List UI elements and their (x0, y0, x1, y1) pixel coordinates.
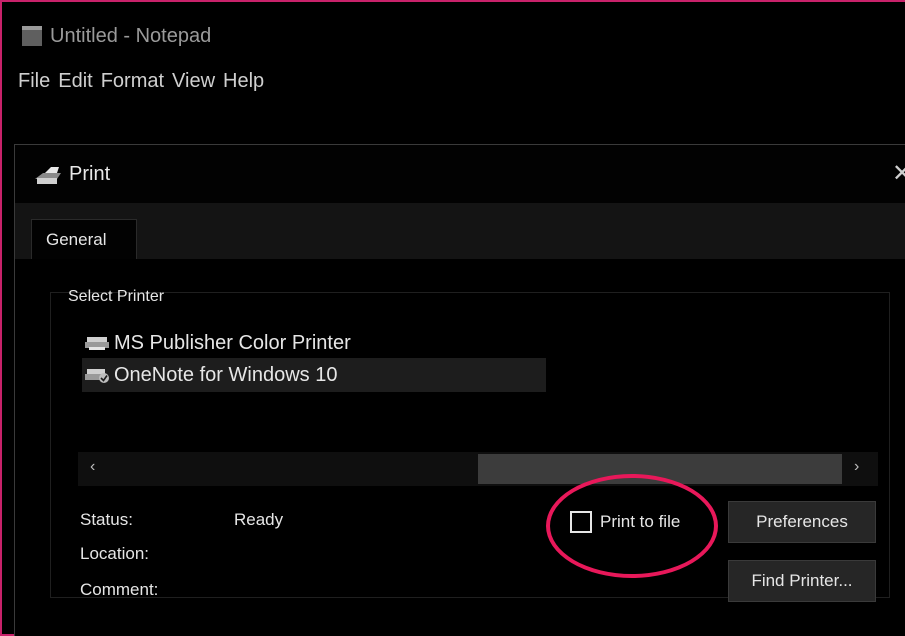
printer-icon (35, 167, 61, 184)
tab-strip: General (15, 203, 905, 261)
printer-name: OneNote for Windows 10 (114, 363, 338, 386)
default-printer-icon (85, 369, 109, 383)
annotation-highlight-ring (546, 474, 718, 578)
select-printer-label: Select Printer (68, 288, 165, 305)
dialog-titlebar: Print ✕ (15, 145, 905, 203)
menu-format[interactable]: Format (101, 70, 164, 93)
preferences-button[interactable]: Preferences (728, 501, 876, 543)
find-printer-button[interactable]: Find Printer... (728, 560, 876, 602)
comment-label: Comment: (80, 580, 159, 599)
printer-icon (85, 337, 109, 350)
notepad-window: Untitled - Notepad File Edit Format View… (0, 0, 905, 636)
printer-list-scrollbar[interactable]: ‹ › (78, 452, 878, 486)
printer-name: MS Publisher Color Printer (114, 331, 351, 354)
tab-general-label: General (46, 230, 107, 249)
menu-edit[interactable]: Edit (58, 70, 92, 93)
dialog-title: Print (69, 163, 111, 185)
notepad-icon (20, 25, 44, 47)
scroll-right-icon[interactable]: › (854, 458, 859, 476)
printer-item[interactable]: MS Publisher Color Printer (82, 326, 546, 360)
menu-help[interactable]: Help (223, 70, 264, 93)
tab-general[interactable]: General (31, 219, 137, 261)
menu-view[interactable]: View (172, 70, 215, 93)
menu-file[interactable]: File (18, 70, 50, 93)
scroll-left-icon[interactable]: ‹ (90, 458, 95, 476)
status-label: Status: (80, 510, 133, 529)
close-icon[interactable]: ✕ (892, 159, 905, 188)
window-titlebar: Untitled - Notepad (20, 20, 211, 52)
printer-item[interactable]: OneNote for Windows 10 (82, 358, 546, 392)
window-title: Untitled - Notepad (50, 24, 212, 47)
status-value: Ready (234, 510, 284, 529)
location-label: Location: (80, 544, 149, 563)
menu-bar: File Edit Format View Help (18, 70, 272, 93)
